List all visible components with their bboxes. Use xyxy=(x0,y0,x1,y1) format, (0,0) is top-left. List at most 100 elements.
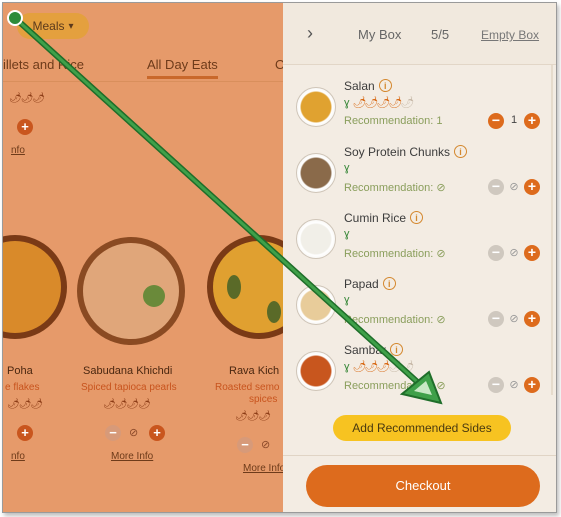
dish-name-sabudana-khichdi: Sabudana Khichdi xyxy=(83,365,173,377)
spice-level: 🌶🌶🌶🌶 xyxy=(103,399,151,410)
box-item: Cumin Rice i ɣ Recommendation: ⊘ − ⊘ + xyxy=(283,209,556,275)
remove-button[interactable]: − xyxy=(237,437,253,453)
box-item: Soy Protein Chunks i ɣ Recommendation: ⊘ − ⊘… xyxy=(283,143,556,209)
recommendation-text: Recommendation: ⊘ xyxy=(344,248,446,260)
tabs-divider xyxy=(3,81,283,82)
item-name-text: Sambar xyxy=(344,343,387,357)
quantity-none: ⊘ xyxy=(129,427,139,439)
item-image xyxy=(296,87,336,127)
veg-leaf-icon: ɣ xyxy=(344,97,350,109)
item-name-text: Soy Protein Chunks xyxy=(344,145,451,159)
item-tags: ɣ xyxy=(344,162,350,174)
more-info-link[interactable]: nfo xyxy=(11,145,25,156)
dish-desc-rava-kichdi-2: spices xyxy=(249,394,278,405)
increase-button[interactable]: + xyxy=(524,311,540,327)
item-name: Salan i xyxy=(344,79,392,93)
recommendation-text: Recommendation: ⊘ xyxy=(344,380,446,392)
meals-dropdown[interactable]: Meals ▾ xyxy=(17,13,89,39)
info-icon[interactable]: i xyxy=(382,277,396,290)
remove-button[interactable]: − xyxy=(105,425,121,441)
dish-image-sabudana-khichdi xyxy=(77,237,185,345)
dish-name-rava-kichdi: Rava Kich xyxy=(229,365,280,377)
spice-level: 🌶🌶🌶 xyxy=(235,411,271,422)
item-image xyxy=(296,153,336,193)
collapse-chevron-icon[interactable]: › xyxy=(307,23,313,44)
increase-button[interactable]: + xyxy=(524,113,540,129)
box-item: Salan i ɣ 🌶🌶🌶🌶🌶 Recommendation: 1 −1 + xyxy=(283,77,556,143)
increase-button[interactable]: + xyxy=(524,377,540,393)
decrease-button[interactable]: − xyxy=(488,311,504,327)
spice-level: 🌶🌶🌶🌶🌶 xyxy=(352,361,415,373)
box-item: Sambar i ɣ 🌶🌶🌶🌶🌶 Recommendation: ⊘ − ⊘ + xyxy=(283,341,556,407)
item-tags: ɣ xyxy=(344,294,350,306)
veg-leaf-icon: ɣ xyxy=(344,162,350,174)
quantity-value: ⊘ xyxy=(509,313,519,325)
category-tabs: illets and Rice All Day Eats O xyxy=(3,57,283,83)
item-name-text: Cumin Rice xyxy=(344,211,407,225)
add-button[interactable]: + xyxy=(149,425,165,441)
chevron-down-icon: ▾ xyxy=(68,20,74,32)
dish-image-rava-kichdi xyxy=(207,235,283,339)
item-name-text: Papad xyxy=(344,277,379,291)
drawer-title: My Box xyxy=(358,27,402,42)
info-icon[interactable]: i xyxy=(454,145,468,158)
recommendation-text: Recommendation: ⊘ xyxy=(344,314,446,326)
info-icon[interactable]: i xyxy=(378,79,392,92)
spice-level: 🌶🌶🌶 xyxy=(9,93,45,104)
tab-all-day-eats[interactable]: All Day Eats xyxy=(147,57,218,79)
meals-dropdown-label: Meals xyxy=(32,19,65,33)
quantity-value: ⊘ xyxy=(509,379,519,391)
more-info-link[interactable]: nfo xyxy=(11,451,25,462)
dish-name-poha: Poha xyxy=(7,365,33,377)
dish-desc-poha: e flakes xyxy=(5,382,40,393)
quantity-value: ⊘ xyxy=(509,181,519,193)
dish-image-poha xyxy=(3,235,67,339)
quantity-value: 1 xyxy=(510,114,518,126)
add-recommended-sides-button[interactable]: Add Recommended Sides xyxy=(333,415,511,441)
decrease-button[interactable]: − xyxy=(488,245,504,261)
item-name-text: Salan xyxy=(344,79,375,93)
tab-millets-and-rice[interactable]: illets and Rice xyxy=(3,57,84,72)
quantity-value: ⊘ xyxy=(509,247,519,259)
quantity-none: ⊘ xyxy=(261,439,271,451)
veg-leaf-icon: ɣ xyxy=(344,228,350,240)
footer-divider xyxy=(283,455,556,456)
item-name: Cumin Rice i xyxy=(344,211,424,225)
my-box-drawer: › My Box 5/5 Empty Box Salan i ɣ 🌶🌶🌶🌶🌶 Reco… xyxy=(283,3,556,512)
box-count: 5/5 xyxy=(431,27,450,42)
menu-page-background: Meals ▾ illets and Rice All Day Eats O 🌶… xyxy=(3,3,283,512)
item-name: Soy Protein Chunks i xyxy=(344,145,468,159)
veg-leaf-icon: ɣ xyxy=(344,361,350,373)
item-name: Papad i xyxy=(344,277,396,291)
app-window: Meals ▾ illets and Rice All Day Eats O 🌶… xyxy=(2,2,557,513)
info-icon[interactable]: i xyxy=(410,211,424,224)
item-tags: ɣ xyxy=(344,228,350,240)
recommendation-text: Recommendation: ⊘ xyxy=(344,182,446,194)
info-icon[interactable]: i xyxy=(390,343,404,356)
increase-button[interactable]: + xyxy=(524,245,540,261)
decrease-button[interactable]: − xyxy=(488,377,504,393)
item-tags: ɣ 🌶🌶🌶🌶🌶 xyxy=(344,360,415,373)
dish-desc-sabudana-khichdi: Spiced tapioca pearls xyxy=(81,382,177,393)
tab-other[interactable]: O xyxy=(275,57,283,72)
drawer-header: › My Box 5/5 Empty Box xyxy=(283,3,556,65)
item-tags: ɣ 🌶🌶🌶🌶🌶 xyxy=(344,96,415,109)
veg-leaf-icon: ɣ xyxy=(344,294,350,306)
increase-button[interactable]: + xyxy=(524,179,540,195)
decrease-button[interactable]: − xyxy=(488,113,504,129)
item-image xyxy=(296,285,336,325)
empty-box-link[interactable]: Empty Box xyxy=(481,28,539,42)
more-info-link[interactable]: More Info xyxy=(111,451,153,462)
add-button[interactable]: + xyxy=(17,425,33,441)
more-info-link[interactable]: More Info xyxy=(243,463,283,474)
box-item: Papad i ɣ Recommendation: ⊘ − ⊘ + xyxy=(283,275,556,341)
spice-level: 🌶🌶🌶 xyxy=(7,399,43,410)
checkout-button[interactable]: Checkout xyxy=(306,465,540,507)
recommendation-text: Recommendation: 1 xyxy=(344,115,443,127)
item-name: Sambar i xyxy=(344,343,404,357)
decrease-button[interactable]: − xyxy=(488,179,504,195)
item-image xyxy=(296,219,336,259)
add-button[interactable]: + xyxy=(17,119,33,135)
item-image xyxy=(296,351,336,391)
spice-level: 🌶🌶🌶🌶🌶 xyxy=(352,97,415,109)
